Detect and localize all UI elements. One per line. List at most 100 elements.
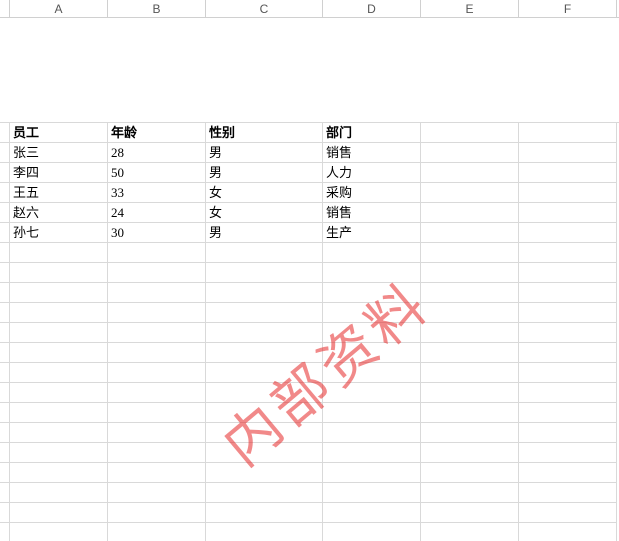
cell[interactable] [519,143,617,163]
cell-empty[interactable] [108,483,206,503]
cell-empty[interactable] [323,343,421,363]
cell-empty[interactable] [421,403,519,423]
cell-empty[interactable] [323,463,421,483]
cell-empty[interactable] [206,263,323,283]
cell-empty[interactable] [323,263,421,283]
cell-empty[interactable] [519,483,617,503]
col-header-D[interactable]: D [323,0,421,17]
cell-empty[interactable] [323,283,421,303]
cell-empty[interactable] [108,503,206,523]
cell-empty[interactable] [421,283,519,303]
cell-empty[interactable] [519,363,617,383]
cell[interactable] [421,163,519,183]
cell-empty[interactable] [421,303,519,323]
header-department[interactable]: 部门 [323,123,421,143]
cell[interactable] [519,203,617,223]
cell-empty[interactable] [108,463,206,483]
cell[interactable]: 男 [206,163,323,183]
cell-empty[interactable] [323,403,421,423]
cell-empty[interactable] [421,423,519,443]
cell-empty[interactable] [206,383,323,403]
cell-empty[interactable] [108,423,206,443]
cell-empty[interactable] [519,383,617,403]
header-employee[interactable]: 员工 [10,123,108,143]
cell-empty[interactable] [206,443,323,463]
cell[interactable]: 生产 [323,223,421,243]
cell-empty[interactable] [519,503,617,523]
cell-empty[interactable] [108,383,206,403]
col-header-E[interactable]: E [421,0,519,17]
cell[interactable]: 28 [108,143,206,163]
cell-empty[interactable] [519,123,617,143]
cell-empty[interactable] [421,443,519,463]
cell-empty[interactable] [421,123,519,143]
cell[interactable] [519,183,617,203]
cell[interactable]: 人力 [323,163,421,183]
cell-empty[interactable] [10,423,108,443]
cell-empty[interactable] [206,423,323,443]
cell[interactable]: 女 [206,203,323,223]
col-header-F[interactable]: F [519,0,617,17]
cell-empty[interactable] [519,403,617,423]
cell-empty[interactable] [206,243,323,263]
cell-empty[interactable] [108,523,206,541]
col-header-A[interactable]: A [10,0,108,17]
cell[interactable] [519,223,617,243]
cell-empty[interactable] [323,383,421,403]
cell-empty[interactable] [323,503,421,523]
cell-empty[interactable] [323,323,421,343]
cell-empty[interactable] [206,283,323,303]
cell-empty[interactable] [519,463,617,483]
cell[interactable] [519,163,617,183]
cell-empty[interactable] [519,343,617,363]
cell-empty[interactable] [519,283,617,303]
cell-empty[interactable] [323,483,421,503]
cell[interactable] [421,143,519,163]
cell[interactable]: 销售 [323,143,421,163]
cell[interactable]: 30 [108,223,206,243]
cell-empty[interactable] [108,443,206,463]
col-header-C[interactable]: C [206,0,323,17]
cell-empty[interactable] [421,243,519,263]
cell-empty[interactable] [421,323,519,343]
cell[interactable]: 女 [206,183,323,203]
cell-empty[interactable] [10,463,108,483]
cell-empty[interactable] [519,243,617,263]
cell[interactable]: 24 [108,203,206,223]
cell[interactable]: 李四 [10,163,108,183]
cell-empty[interactable] [108,363,206,383]
cell[interactable]: 销售 [323,203,421,223]
cell-empty[interactable] [108,343,206,363]
cell-empty[interactable] [10,443,108,463]
cell-empty[interactable] [108,243,206,263]
cell-empty[interactable] [519,323,617,343]
cell-empty[interactable] [206,523,323,541]
cell-empty[interactable] [10,343,108,363]
header-age[interactable]: 年龄 [108,123,206,143]
cell-empty[interactable] [323,423,421,443]
cell-empty[interactable] [519,263,617,283]
cell-empty[interactable] [10,403,108,423]
cell-empty[interactable] [206,363,323,383]
cell[interactable]: 男 [206,223,323,243]
cell[interactable]: 孙七 [10,223,108,243]
cell[interactable]: 张三 [10,143,108,163]
cell-empty[interactable] [10,263,108,283]
cell[interactable] [421,203,519,223]
cell-empty[interactable] [108,263,206,283]
cell[interactable] [421,183,519,203]
cell-empty[interactable] [10,303,108,323]
cell-empty[interactable] [206,403,323,423]
cell-empty[interactable] [323,523,421,541]
cell[interactable] [421,223,519,243]
cell-empty[interactable] [10,283,108,303]
cell-empty[interactable] [421,363,519,383]
cell-empty[interactable] [10,363,108,383]
cell[interactable]: 赵六 [10,203,108,223]
cell-empty[interactable] [206,483,323,503]
cell-empty[interactable] [421,383,519,403]
cell-empty[interactable] [206,463,323,483]
col-header-B[interactable]: B [108,0,206,17]
cell-empty[interactable] [206,303,323,323]
cell-empty[interactable] [421,523,519,541]
